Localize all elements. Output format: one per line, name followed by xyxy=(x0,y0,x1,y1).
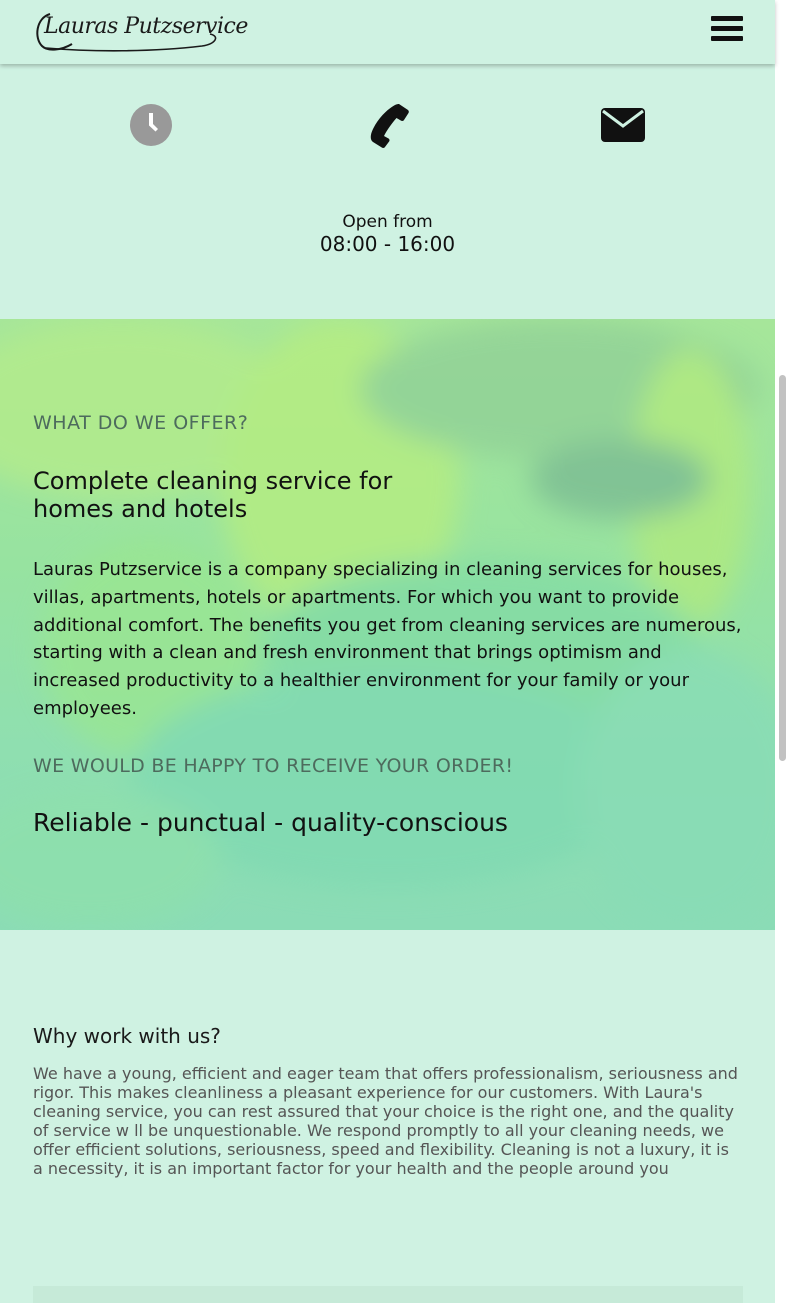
why-description: We have a young, efficient and eager tea… xyxy=(33,1064,738,1178)
offer-description: Lauras Putzservice is a company speciali… xyxy=(33,559,742,719)
offer-section: WHAT DO WE OFFER? Complete cleaning serv… xyxy=(0,319,775,930)
open-hours: 08:00 - 16:00 xyxy=(319,232,456,256)
logo[interactable]: Lauras Putzservice xyxy=(32,8,248,56)
why-title: Why work with us? xyxy=(33,1024,221,1048)
menu-button[interactable] xyxy=(711,16,743,48)
offer-kicker: WHAT DO WE OFFER? xyxy=(33,412,249,434)
scrollbar-track[interactable] xyxy=(775,0,790,1303)
order-kicker: WE WOULD BE HAPPY TO RECEIVE YOUR ORDER! xyxy=(33,755,514,777)
scrollbar-thumb[interactable] xyxy=(779,375,786,761)
contact-icons-row xyxy=(0,102,775,150)
open-label: Open from xyxy=(342,212,433,232)
offer-title: Complete cleaning service for homes and … xyxy=(33,467,393,523)
page: Lauras Putzservice Open from 08:00 - 16:… xyxy=(0,0,790,1303)
site-header: Lauras Putzservice xyxy=(0,0,775,64)
clock-icon[interactable] xyxy=(128,102,174,148)
hamburger-menu-icon xyxy=(711,16,743,21)
slogan: Reliable - punctual - quality-conscious xyxy=(33,808,508,837)
mail-icon[interactable] xyxy=(600,102,646,148)
logo-text: Lauras Putzservice xyxy=(44,14,248,39)
next-section-card xyxy=(33,1286,743,1303)
phone-icon[interactable] xyxy=(364,102,410,148)
opening-hours: Open from 08:00 - 16:00 xyxy=(0,212,775,256)
